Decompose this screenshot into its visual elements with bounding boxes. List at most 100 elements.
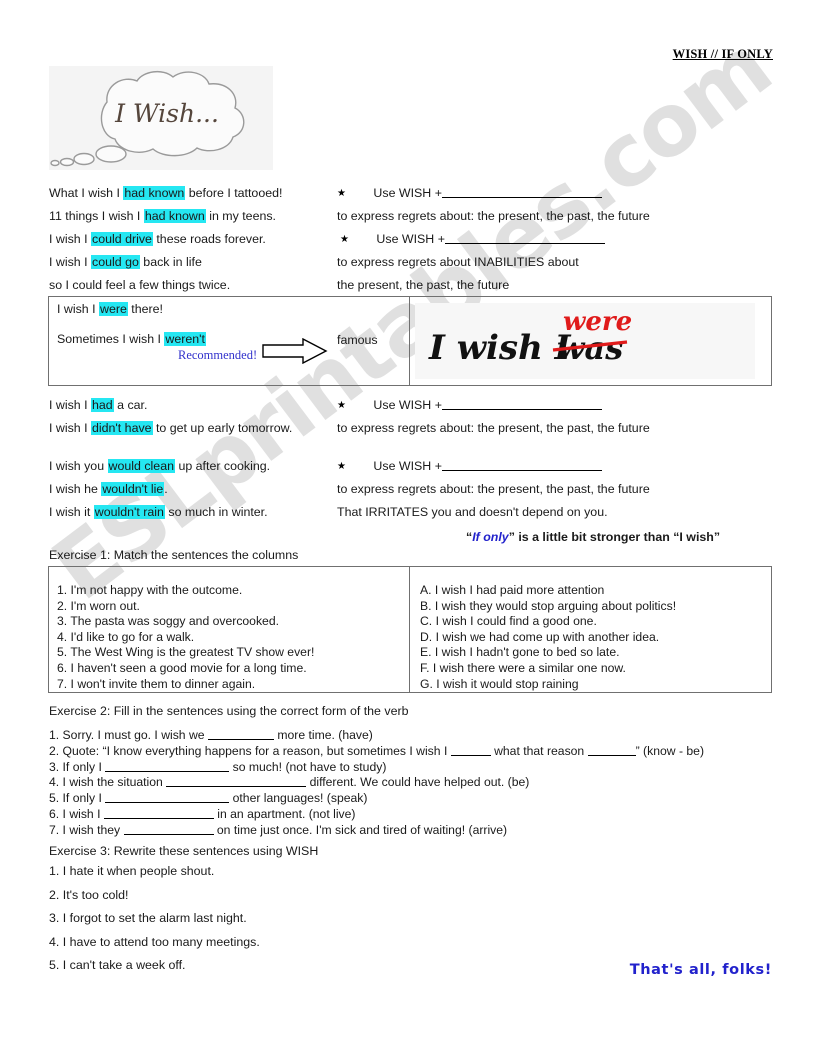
highlighted-form: had known: [123, 186, 186, 200]
list-item[interactable]: 3. The pasta was soggy and overcooked.: [57, 614, 314, 630]
rule-blank[interactable]: [444, 232, 605, 244]
example-text: I wish you: [49, 459, 108, 473]
example-text: I wish I: [49, 421, 91, 435]
example-text: I wish I: [49, 232, 91, 246]
example-text: I wish I: [57, 302, 99, 316]
svg-text:I Wish...: I Wish...: [114, 99, 219, 128]
list-item[interactable]: E. I wish I hadn't gone to bed so late.: [420, 645, 676, 661]
rule-1-note: to express regrets about: the present, t…: [337, 209, 650, 223]
example-text: I wish I: [49, 255, 91, 269]
highlighted-form: could drive: [91, 232, 153, 246]
list-item[interactable]: D. I wish we had come up with another id…: [420, 630, 676, 646]
answer-blank[interactable]: [123, 823, 214, 835]
exercise-2-item-5: 5. If only I other languages! (speak): [49, 791, 704, 807]
if-only-text: ” is a little bit stronger than “I wish”: [508, 530, 721, 544]
item-text: 4. I wish the situation: [49, 775, 167, 790]
example-text: What I wish I: [49, 186, 124, 200]
rule-4-heading: ★ Use WISH +: [337, 459, 602, 474]
list-item[interactable]: A. I wish I had paid more attention: [420, 583, 676, 599]
list-item[interactable]: 5. I can't take a week off.: [49, 954, 260, 978]
item-text: 2. Quote: “I know everything happens for…: [49, 743, 451, 758]
exercise-2-item-2: 2. Quote: “I know everything happens for…: [49, 744, 704, 760]
star-icon: ★: [340, 234, 349, 245]
rule-blank[interactable]: [441, 459, 602, 471]
example-line-4: I wish I could go back in life: [49, 255, 202, 269]
example-text: these roads forever.: [152, 232, 266, 246]
item-text: 3. If only I: [49, 759, 106, 774]
highlighted-form: wouldn't lie: [101, 482, 165, 496]
list-item[interactable]: 2. It's too cold!: [49, 884, 260, 908]
exercise-2-item-6: 6. I wish I in an apartment. (not live): [49, 807, 704, 823]
highlighted-form: had known: [143, 209, 206, 223]
exercise-2-item-7: 7. I wish they on time just once. I'm si…: [49, 823, 704, 839]
section2-example-1: I wish I had a car.: [49, 398, 147, 412]
thought-bubble-image: I Wish...: [49, 66, 273, 170]
rule-1-heading: ★ Use WISH +: [337, 186, 602, 201]
section3-example-2: I wish he wouldn't lie.: [49, 482, 168, 496]
highlighted-form: wouldn't rain: [93, 505, 165, 519]
item-text: 1. Sorry. I must go. I wish we: [49, 728, 208, 742]
exercise-2-item-1: 1. Sorry. I must go. I wish we more time…: [49, 728, 704, 744]
example-text: a car.: [113, 398, 148, 412]
answer-blank[interactable]: [105, 791, 230, 804]
item-text: on time just once. I'm sick and tired of…: [213, 822, 508, 837]
highlighted-form: weren't: [164, 332, 206, 346]
item-text: 7. I wish they: [49, 822, 124, 837]
rule-label: Use WISH +: [373, 398, 442, 412]
list-item[interactable]: 4. I'd like to go for a walk.: [57, 630, 314, 646]
arrow-icon: [262, 337, 328, 369]
answer-blank[interactable]: [103, 807, 214, 819]
example-line-3: I wish I could drive these roads forever…: [49, 232, 266, 246]
example-text: so much in winter.: [164, 505, 268, 519]
handwriting-image-i-wish-i-were: I wish I was were: [415, 303, 755, 379]
list-item[interactable]: 5. The West Wing is the greatest TV show…: [57, 645, 314, 661]
were-line-2: Sometimes I wish I weren't: [57, 332, 206, 346]
rule-3-note: to express regrets about: the present, t…: [337, 421, 650, 435]
exercise-1-left-column: 1. I'm not happy with the outcome. 2. I'…: [57, 583, 314, 692]
recommended-note: Recommended!: [178, 348, 258, 362]
rule-blank[interactable]: [441, 398, 602, 410]
list-item[interactable]: 7. I won't invite them to dinner again.: [57, 677, 314, 693]
list-item[interactable]: 6. I haven't seen a good movie for a lon…: [57, 661, 314, 677]
answer-blank[interactable]: [587, 744, 636, 756]
rule-label: Use WISH +: [373, 459, 442, 473]
highlighted-form: could go: [91, 255, 140, 269]
answer-blank[interactable]: [105, 760, 230, 772]
example-text: I wish he: [49, 482, 102, 496]
answer-blank[interactable]: [450, 744, 491, 756]
exercise-1-heading: Exercise 1: Match the sentences the colu…: [49, 548, 299, 562]
example-text: I wish it: [49, 505, 94, 519]
list-item[interactable]: 1. I hate it when people shout.: [49, 860, 260, 884]
list-item[interactable]: G. I wish it would stop raining: [420, 677, 676, 693]
example-line-1: What I wish I had known before I tattooe…: [49, 186, 282, 200]
list-item[interactable]: 1. I'm not happy with the outcome.: [57, 583, 314, 599]
list-item[interactable]: 2. I'm worn out.: [57, 599, 314, 615]
exercise-3-list: 1. I hate it when people shout. 2. It's …: [49, 860, 260, 978]
example-text: before I tattooed!: [185, 186, 283, 200]
example-line-5: so I could feel a few things twice.: [49, 278, 231, 292]
list-item[interactable]: 4. I have to attend too many meetings.: [49, 931, 260, 955]
rule-4-note2: That IRRITATES you and doesn't depend on…: [337, 505, 608, 519]
exercise-2-list: 1. Sorry. I must go. I wish we more time…: [49, 728, 704, 839]
item-text: what that reason: [490, 743, 588, 758]
box-divider: [409, 297, 411, 385]
answer-blank[interactable]: [207, 728, 274, 740]
example-text: Sometimes I wish I: [57, 332, 165, 346]
example-text: 11 things I wish I: [49, 209, 144, 223]
list-item[interactable]: B. I wish they would stop arguing about …: [420, 599, 676, 615]
item-text: different. We could have helped out. (be…: [306, 775, 530, 790]
item-text: in an apartment. (not live): [213, 806, 356, 821]
list-item[interactable]: 3. I forgot to set the alarm last night.: [49, 907, 260, 931]
rule-4-note: to express regrets about: the present, t…: [337, 482, 650, 496]
famous-label: famous: [337, 333, 378, 347]
answer-blank[interactable]: [166, 775, 307, 788]
exercise-2-item-3: 3. If only I so much! (not have to study…: [49, 760, 704, 776]
were-line-1: I wish I were there!: [57, 302, 163, 316]
rule-blank[interactable]: [441, 186, 602, 198]
section2-example-2: I wish I didn't have to get up early tom…: [49, 421, 292, 435]
page-title: WISH // IF ONLY: [672, 47, 773, 61]
exercise-2-item-4: 4. I wish the situation different. We co…: [49, 775, 704, 791]
list-item[interactable]: F. I wish there were a similar one now.: [420, 661, 676, 677]
rule-label: Use WISH +: [376, 232, 445, 246]
list-item[interactable]: C. I wish I could find a good one.: [420, 614, 676, 630]
